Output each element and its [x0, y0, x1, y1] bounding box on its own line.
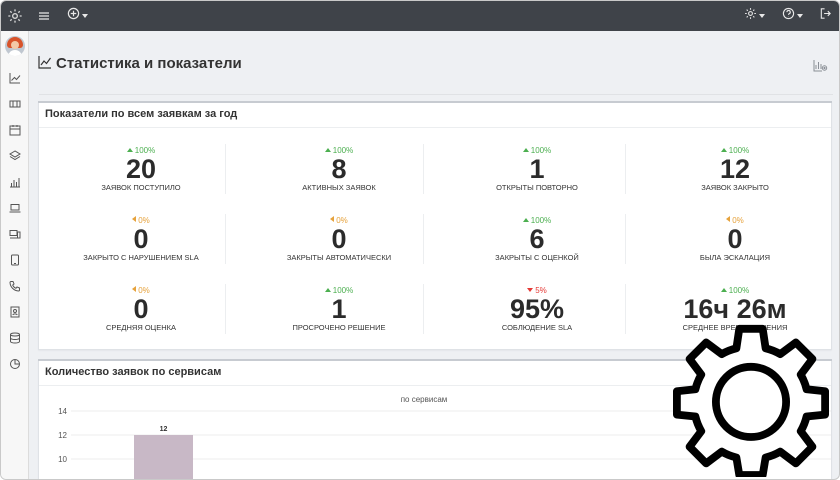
metric-label: активных заявок: [302, 183, 376, 192]
metric-divider: [423, 214, 424, 264]
metric-value: 0: [331, 224, 347, 254]
metric-value: 95%: [509, 294, 565, 324]
gear-icon: [744, 7, 757, 25]
metric-label: средняя оценка: [105, 323, 176, 332]
settings-menu-button[interactable]: [744, 8, 765, 24]
line-chart-icon: [38, 55, 52, 74]
metric-tile: 100% 8 активных заявок: [239, 146, 439, 193]
arrow-left-icon: [132, 286, 137, 292]
database-icon[interactable]: [8, 331, 22, 345]
arrow-up-icon: [720, 148, 727, 152]
metric-tile: 0% 0 была эскалация: [635, 216, 835, 263]
metric-tile: 5% 95% соблюдение SLA: [437, 286, 637, 333]
metric-label: заявок поступило: [101, 183, 181, 192]
chart-bar[interactable]: [134, 435, 193, 480]
metric-tile: 100% 1 просрочено решение: [239, 286, 439, 333]
avatar[interactable]: [5, 36, 25, 56]
metric-value: 6: [529, 224, 545, 254]
devices-icon[interactable]: [8, 227, 22, 241]
bar-chart-icon[interactable]: [8, 175, 22, 189]
logout-button[interactable]: [819, 8, 832, 24]
metric-value: 0: [133, 294, 149, 324]
metric-divider: [225, 144, 226, 194]
add-button[interactable]: [67, 7, 88, 25]
metric-label: соблюдение SLA: [501, 323, 573, 332]
arrow-up-icon: [324, 288, 331, 292]
metric-value: 8: [331, 154, 347, 184]
metric-label: открыты повторно: [496, 183, 578, 192]
chart-title: по сервисам: [401, 395, 448, 404]
metric-label: закрыто с нарушением SLA: [83, 253, 199, 262]
chevron-down-icon: [82, 14, 88, 18]
add-circle-icon: [67, 7, 80, 25]
page-header: Статистика и показатели: [29, 31, 839, 97]
y-tick-label: 10: [58, 455, 67, 464]
contact-card-icon[interactable]: [8, 305, 22, 319]
arrow-left-icon: [726, 216, 731, 222]
metric-tile: 100% 1 открыты повторно: [437, 146, 637, 193]
summary-card-title: Показатели по всем заявкам за год: [45, 108, 238, 120]
metric-value: 0: [727, 224, 743, 254]
y-tick-label: 14: [58, 407, 67, 416]
logout-icon: [819, 7, 832, 25]
line-chart-icon[interactable]: [8, 71, 22, 85]
summary-card: Показатели по всем заявкам за год 100% 20…: [38, 101, 832, 350]
metric-value: 1: [529, 154, 545, 184]
y-tick-label: 12: [58, 431, 67, 440]
chevron-down-icon: [759, 14, 765, 18]
sidebar: [1, 1, 29, 479]
arrow-left-icon: [330, 216, 335, 222]
phone-icon[interactable]: [8, 279, 22, 293]
arrow-left-icon: [132, 216, 137, 222]
help-menu-button[interactable]: [782, 7, 803, 25]
metric-divider: [423, 144, 424, 194]
arrow-up-icon: [522, 218, 529, 222]
arrow-up-icon: [720, 288, 727, 292]
layers-icon[interactable]: [8, 149, 22, 163]
metric-value: 0: [133, 224, 149, 254]
arrow-up-icon: [126, 148, 133, 152]
app-window: Статистика и показатели Показатели по вс…: [0, 0, 840, 480]
metric-tile: 100% 6 закрыты с оценкой: [437, 216, 637, 263]
page-title: Статистика и показатели: [56, 55, 242, 72]
divider: [39, 94, 833, 95]
arrow-up-icon: [324, 148, 331, 152]
metric-tile: 0% 0 закрыто с нарушением SLA: [41, 216, 241, 263]
metric-label: заявок закрыто: [701, 183, 769, 192]
help-icon: [782, 7, 795, 25]
metric-tile: 0% 0 закрыты автоматически: [239, 216, 439, 263]
metric-divider: [423, 284, 424, 334]
settings-icon[interactable]: [1, 1, 29, 31]
metric-value: 16ч 26м: [683, 294, 787, 324]
metric-label: была эскалация: [699, 253, 771, 262]
arrow-up-icon: [522, 148, 529, 152]
metric-label: закрыты с оценкой: [495, 253, 579, 262]
metric-divider: [625, 214, 626, 264]
metric-label: закрыты автоматически: [286, 253, 392, 262]
metric-value: 1: [331, 294, 347, 324]
gear-icon: [673, 321, 829, 479]
metric-divider: [225, 214, 226, 264]
metric-value: 12: [719, 154, 751, 184]
laptop-icon[interactable]: [8, 201, 22, 215]
metric-value: 20: [125, 154, 157, 184]
metric-label: просрочено решение: [292, 323, 386, 332]
bar-data-label: 12: [160, 426, 168, 433]
metric-divider: [225, 284, 226, 334]
chart-settings-icon[interactable]: [813, 59, 828, 77]
metric-tile: 100% 20 заявок поступило: [41, 146, 241, 193]
chevron-down-icon: [797, 14, 803, 18]
services-card-title: Количество заявок по сервисам: [45, 366, 222, 378]
metric-divider: [625, 144, 626, 194]
pie-chart-icon[interactable]: [8, 357, 22, 371]
calendar-icon[interactable]: [8, 123, 22, 137]
top-bar: [29, 1, 839, 31]
metric-tile: 0% 0 средняя оценка: [41, 286, 241, 333]
metric-tile: 100% 12 заявок закрыто: [635, 146, 835, 193]
tablet-icon[interactable]: [8, 253, 22, 267]
arrow-down-icon: [527, 288, 534, 292]
menu-icon[interactable]: [38, 8, 50, 24]
ticket-icon[interactable]: [8, 97, 22, 111]
metric-divider: [625, 284, 626, 334]
